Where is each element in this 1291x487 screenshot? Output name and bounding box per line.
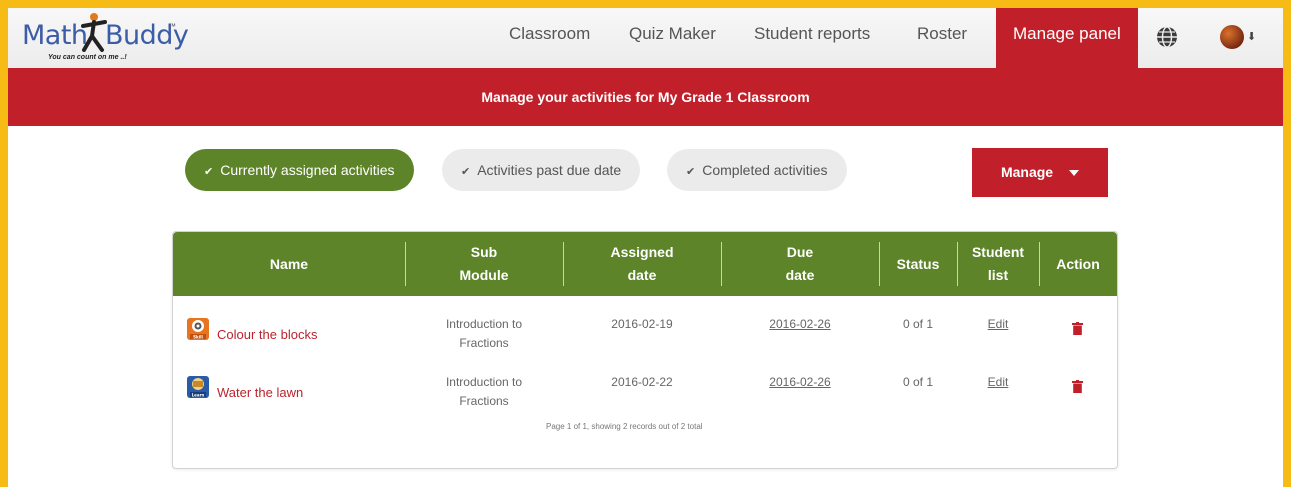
sub-module-cell: Introduction to Fractions [445, 375, 523, 408]
due-date-link[interactable]: 2016-02-26 [721, 373, 879, 392]
sub-module-cell: Introduction to Fractions [445, 317, 523, 350]
delete-trash-icon[interactable] [1072, 322, 1083, 335]
table-header: Name Sub Module Assigned date Due date Stat… [173, 232, 1117, 296]
pagination-info: Page 1 of 1, showing 2 records out of 2 … [546, 422, 703, 431]
learn-activity-icon: Learn [187, 376, 209, 398]
logo-trademark: ™ [168, 22, 176, 31]
logo-tagline: You can count on me ..! [48, 54, 127, 61]
mathbuddy-logo[interactable]: Math Buddy ™ You can count on me ..! [22, 13, 189, 64]
tab-past-due[interactable]: ✔ Activities past due date [442, 149, 641, 191]
check-icon: ✔ [461, 166, 471, 178]
nav-roster[interactable]: Roster [917, 8, 967, 68]
col-header-due-date[interactable]: Due date [721, 232, 879, 296]
top-nav-bar: Math Buddy ™ You can count on me ..! Cla… [8, 8, 1283, 68]
svg-text:Learn: Learn [192, 392, 205, 397]
edit-student-list-link[interactable]: Edit [957, 373, 1039, 392]
col-header-sub-module[interactable]: Sub Module [405, 232, 563, 296]
col-header-action[interactable]: Action [1039, 232, 1117, 296]
user-avatar[interactable] [1220, 25, 1244, 49]
nav-manage-panel[interactable]: Manage panel [996, 8, 1138, 68]
edit-student-list-link[interactable]: Edit [957, 315, 1039, 334]
tab-label: Activities past due date [477, 162, 622, 178]
assigned-date-cell: 2016-02-19 [611, 317, 673, 331]
svg-text:Skill: Skill [193, 334, 203, 339]
status-cell: 0 of 1 [902, 317, 934, 331]
tab-label: Currently assigned activities [220, 162, 395, 178]
nav-quiz-maker[interactable]: Quiz Maker [629, 8, 716, 68]
tab-completed[interactable]: ✔ Completed activities [667, 149, 847, 191]
chevron-down-icon [1069, 170, 1080, 177]
delete-trash-icon[interactable] [1072, 380, 1083, 393]
logo-figure-icon [81, 13, 107, 52]
logo-text-math: Math [22, 20, 88, 51]
manage-dropdown-button[interactable]: Manage [972, 148, 1108, 197]
col-header-status[interactable]: Status [879, 232, 957, 296]
skill-activity-icon: Skill [187, 318, 209, 340]
app-frame: Math Buddy ™ You can count on me ..! Cla… [0, 0, 1291, 487]
activity-name-link[interactable]: Colour the blocks [217, 325, 317, 344]
assigned-date-cell: 2016-02-22 [611, 375, 673, 389]
status-cell: 0 of 1 [902, 375, 934, 389]
manage-label: Manage [1000, 164, 1054, 180]
col-header-name[interactable]: Name [173, 232, 405, 296]
globe-icon[interactable] [1155, 25, 1179, 49]
activity-name-link[interactable]: Water the lawn [217, 383, 303, 402]
col-header-student-list[interactable]: Student list [957, 232, 1039, 296]
due-date-link[interactable]: 2016-02-26 [721, 315, 879, 334]
nav-classroom[interactable]: Classroom [509, 8, 590, 68]
nav-student-reports[interactable]: Student reports [754, 8, 870, 68]
col-header-assigned-date[interactable]: Assigned date [563, 232, 721, 296]
tab-currently-assigned[interactable]: ✔ Currently assigned activities [185, 149, 414, 191]
avatar-dropdown-arrow-icon[interactable]: ⬇ [1247, 30, 1256, 43]
check-icon: ✔ [204, 166, 214, 178]
tab-label: Completed activities [702, 162, 828, 178]
activities-table: Name Sub Module Assigned date Due date Stat… [172, 231, 1118, 469]
check-icon: ✔ [686, 166, 696, 178]
page-banner: Manage your activities for My Grade 1 Cl… [8, 68, 1283, 126]
